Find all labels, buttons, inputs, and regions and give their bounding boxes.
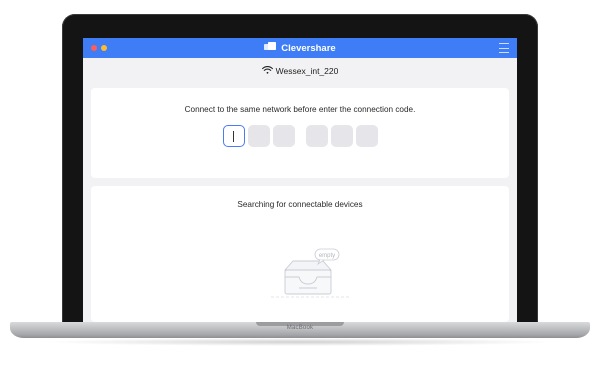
- wifi-icon: [261, 66, 273, 76]
- empty-label: empty: [319, 253, 335, 259]
- connection-instruction: Connect to the same network before enter…: [184, 105, 416, 114]
- network-indicator: Wessex_int_220: [83, 66, 517, 76]
- cast-screen-icon: [264, 42, 277, 54]
- hamburger-menu-icon[interactable]: [499, 43, 509, 53]
- laptop-shadow: [40, 338, 560, 346]
- text-caret: [233, 131, 234, 142]
- app-brand: Clevershare: [83, 38, 517, 58]
- title-bar: Clevershare: [83, 38, 517, 58]
- device-label: MacBook: [286, 325, 314, 331]
- code-digit-input-3[interactable]: [273, 125, 295, 147]
- code-digit-input-2[interactable]: [248, 125, 270, 147]
- code-digit-input-5[interactable]: [331, 125, 353, 147]
- code-digit-input-4[interactable]: [306, 125, 328, 147]
- app-title: Clevershare: [281, 42, 336, 54]
- device-search-card: Searching for connectable devices empty: [91, 186, 509, 322]
- search-status: Searching for connectable devices: [237, 200, 363, 209]
- code-digit-input-6[interactable]: [356, 125, 378, 147]
- code-digit-input-1[interactable]: [223, 125, 245, 147]
- connection-code-card: Connect to the same network before enter…: [91, 88, 509, 178]
- empty-inbox-icon: empty: [271, 246, 351, 311]
- app-window: Clevershare Wessex_int_220 Connect to th…: [83, 38, 517, 322]
- network-name: Wessex_int_220: [275, 66, 339, 76]
